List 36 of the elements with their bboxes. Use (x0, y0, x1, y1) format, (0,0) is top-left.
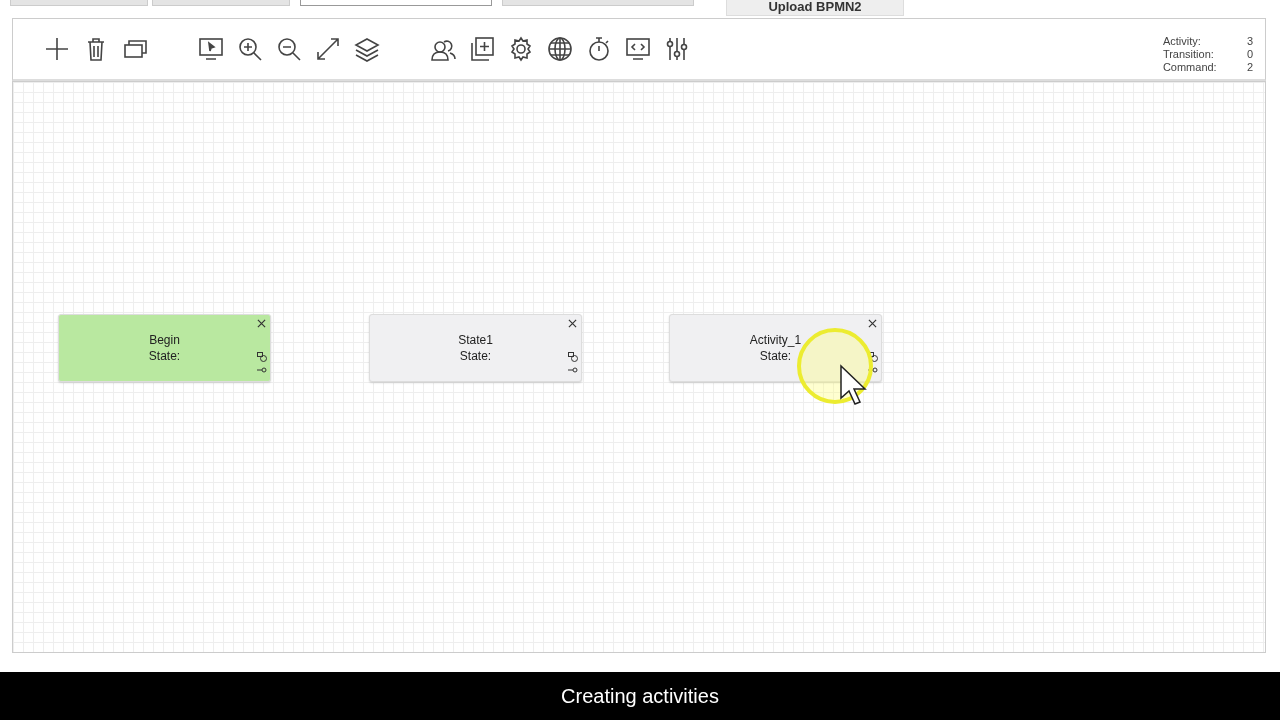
layers-icon[interactable] (353, 35, 381, 63)
close-icon[interactable] (868, 319, 877, 328)
counter-value: 2 (1246, 61, 1253, 74)
code-monitor-icon[interactable] (624, 35, 652, 63)
monitor-pointer-icon[interactable] (197, 35, 225, 63)
port-icon[interactable] (257, 367, 267, 373)
activity-node[interactable]: State1 State: (369, 314, 582, 382)
counter-value: 0 (1246, 48, 1253, 61)
plus-icon[interactable] (43, 35, 71, 63)
close-icon[interactable] (257, 319, 266, 328)
node-state: State: (459, 348, 492, 364)
counter-value: 3 (1246, 35, 1253, 48)
connector-icon[interactable] (257, 352, 267, 362)
zoom-in-icon[interactable] (236, 35, 264, 63)
counter-label: Transition: (1162, 48, 1215, 61)
node-state: State: (759, 348, 792, 364)
add-box-icon[interactable] (468, 35, 496, 63)
upload-button[interactable]: Upload BPMN2 (726, 0, 904, 16)
globe-icon[interactable] (546, 35, 574, 63)
port-icon[interactable] (868, 367, 878, 373)
node-name: State1 (458, 332, 493, 348)
counter-label: Command: (1162, 61, 1218, 74)
node-name: Activity_1 (749, 332, 802, 348)
node-state: State: (148, 348, 181, 364)
expand-icon[interactable] (314, 35, 342, 63)
connector-icon[interactable] (568, 352, 578, 362)
caption: Creating activities (561, 684, 719, 708)
tab[interactable] (300, 0, 492, 6)
connector-icon[interactable] (868, 352, 878, 362)
zoom-out-icon[interactable] (275, 35, 303, 63)
port-icon[interactable] (568, 367, 578, 373)
node-name: Begin (149, 332, 180, 348)
activity-node[interactable]: Activity_1 State: (669, 314, 882, 382)
counter-label: Activity: (1162, 35, 1202, 48)
close-icon[interactable] (568, 319, 577, 328)
activity-node[interactable]: Begin State: (58, 314, 271, 382)
